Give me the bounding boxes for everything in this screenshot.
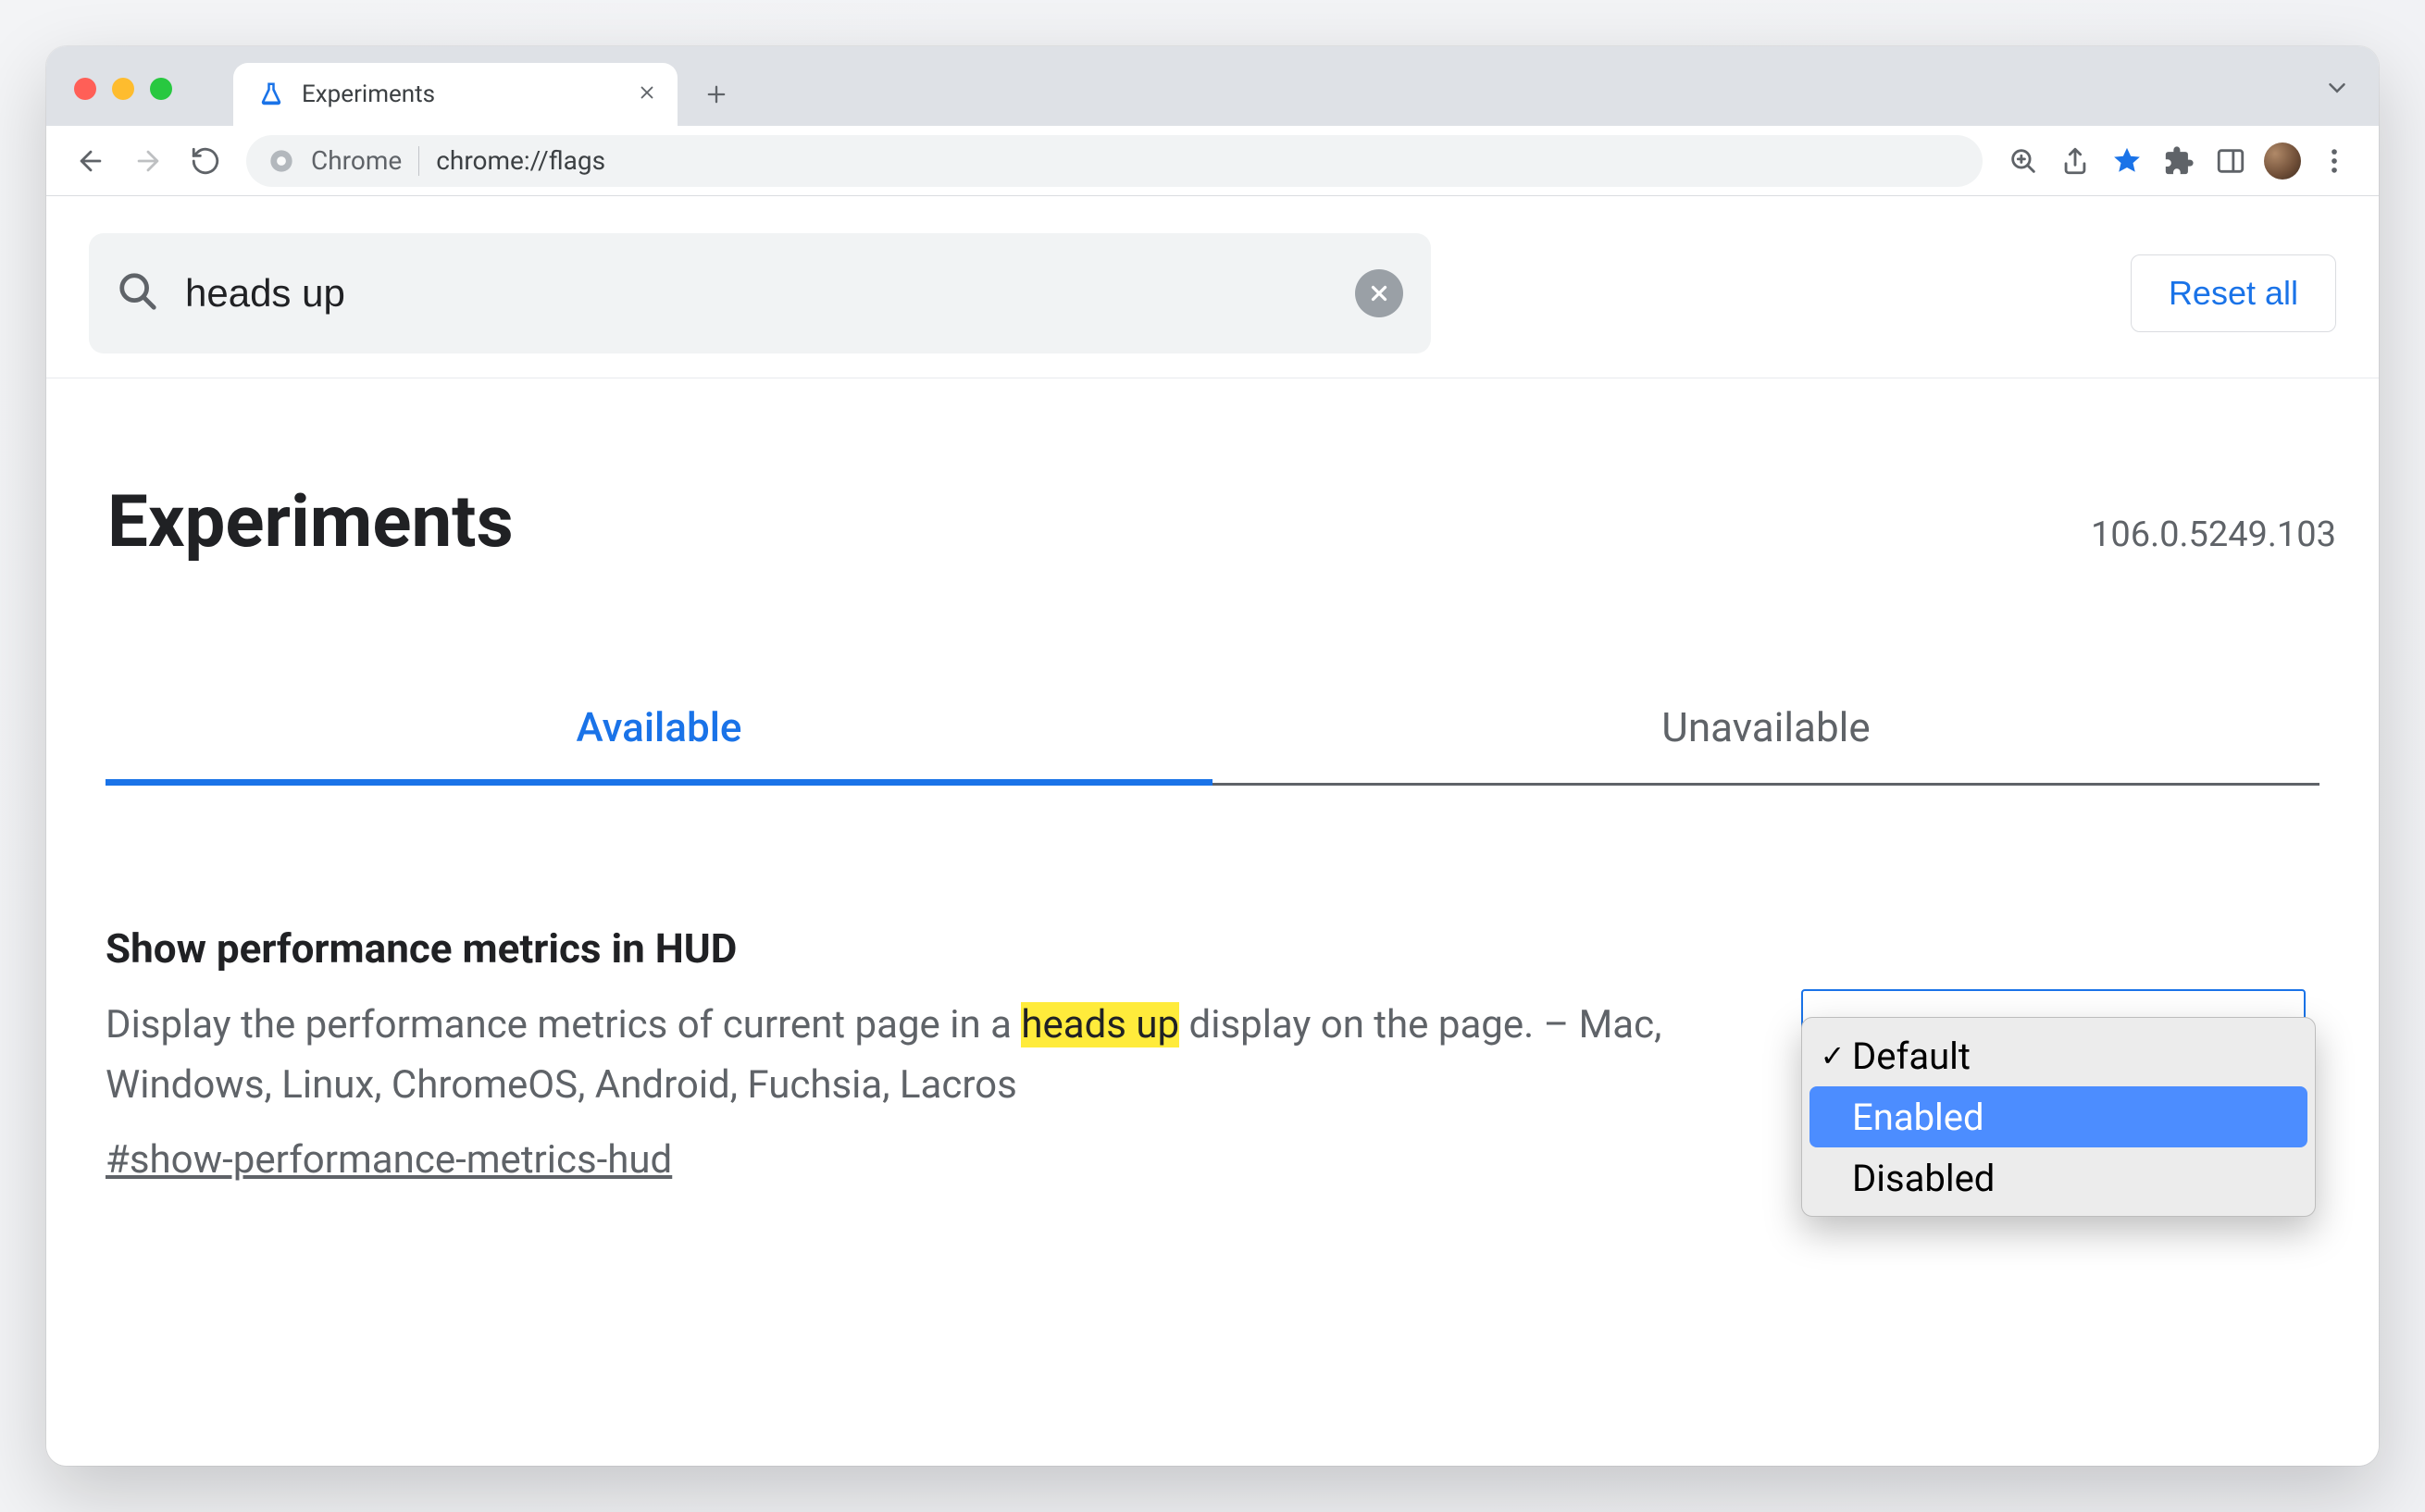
search-highlight: heads up (1021, 1002, 1179, 1047)
window-maximize-button[interactable] (150, 78, 172, 100)
option-disabled-label: Disabled (1852, 1157, 1995, 1200)
menu-button[interactable] (2310, 137, 2358, 185)
option-enabled[interactable]: Enabled (1809, 1086, 2307, 1147)
bookmark-star-icon[interactable] (2103, 137, 2151, 185)
omnibox-prefix: Chrome (311, 145, 402, 176)
window-controls (74, 78, 172, 100)
flag-anchor-link[interactable]: #show-performance-metrics-hud (106, 1137, 672, 1183)
profile-avatar[interactable] (2264, 143, 2301, 180)
search-icon (117, 270, 159, 316)
flag-text: Show performance metrics in HUD Display … (106, 924, 1746, 1183)
back-button[interactable] (67, 137, 115, 185)
zoom-icon[interactable] (1999, 137, 2047, 185)
option-default-label: Default (1852, 1035, 1971, 1078)
close-tab-icon[interactable] (637, 82, 657, 106)
page-content: Reset all Experiments 106.0.5249.103 Ava… (46, 196, 2379, 1466)
tab-strip: Experiments (46, 46, 2379, 126)
option-default[interactable]: ✓ Default (1809, 1025, 2307, 1086)
clear-search-button[interactable] (1355, 269, 1403, 317)
tab-available[interactable]: Available (106, 703, 1212, 786)
omnibox-divider (418, 146, 419, 176)
reset-all-button[interactable]: Reset all (2131, 254, 2336, 332)
tabs-menu-button[interactable] (2323, 74, 2351, 105)
side-panel-icon[interactable] (2207, 137, 2255, 185)
omnibox-url: chrome://flags (436, 145, 605, 176)
window-minimize-button[interactable] (112, 78, 134, 100)
flag-dropdown: ✓ Default Enabled Disabled (1801, 1017, 2316, 1217)
option-enabled-label: Enabled (1852, 1096, 1984, 1139)
reload-button[interactable] (181, 137, 230, 185)
tab-unavailable[interactable]: Unavailable (1212, 703, 2319, 786)
page-title: Experiments (107, 480, 514, 564)
flag-select: ✓ Default Enabled Disabled (1801, 989, 2319, 1183)
search-row: Reset all (46, 196, 2379, 378)
flag-title: Show performance metrics in HUD (106, 924, 1746, 973)
flask-icon (257, 81, 285, 108)
chrome-icon (268, 148, 294, 174)
check-icon: ✓ (1821, 1038, 1845, 1073)
browser-tab[interactable]: Experiments (233, 63, 678, 126)
share-icon[interactable] (2051, 137, 2099, 185)
window-close-button[interactable] (74, 78, 96, 100)
tab-title: Experiments (302, 81, 435, 108)
flag-item: Show performance metrics in HUD Display … (46, 786, 2379, 1183)
option-disabled[interactable]: Disabled (1809, 1147, 2307, 1208)
search-box (89, 233, 1431, 353)
new-tab-button[interactable] (690, 68, 742, 120)
version-label: 106.0.5249.103 (2091, 514, 2336, 555)
flag-description: Display the performance metrics of curre… (106, 995, 1746, 1115)
search-input[interactable] (185, 271, 1329, 316)
address-bar[interactable]: Chrome chrome://flags (246, 135, 1983, 187)
browser-toolbar: Chrome chrome://flags (46, 126, 2379, 196)
page-header: Experiments 106.0.5249.103 (46, 378, 2379, 574)
browser-window: Experiments (46, 46, 2379, 1466)
flag-desc-before: Display the performance metrics of curre… (106, 1002, 1021, 1047)
forward-button[interactable] (124, 137, 172, 185)
extensions-icon[interactable] (2155, 137, 2203, 185)
tabs-row: Available Unavailable (106, 703, 2319, 786)
